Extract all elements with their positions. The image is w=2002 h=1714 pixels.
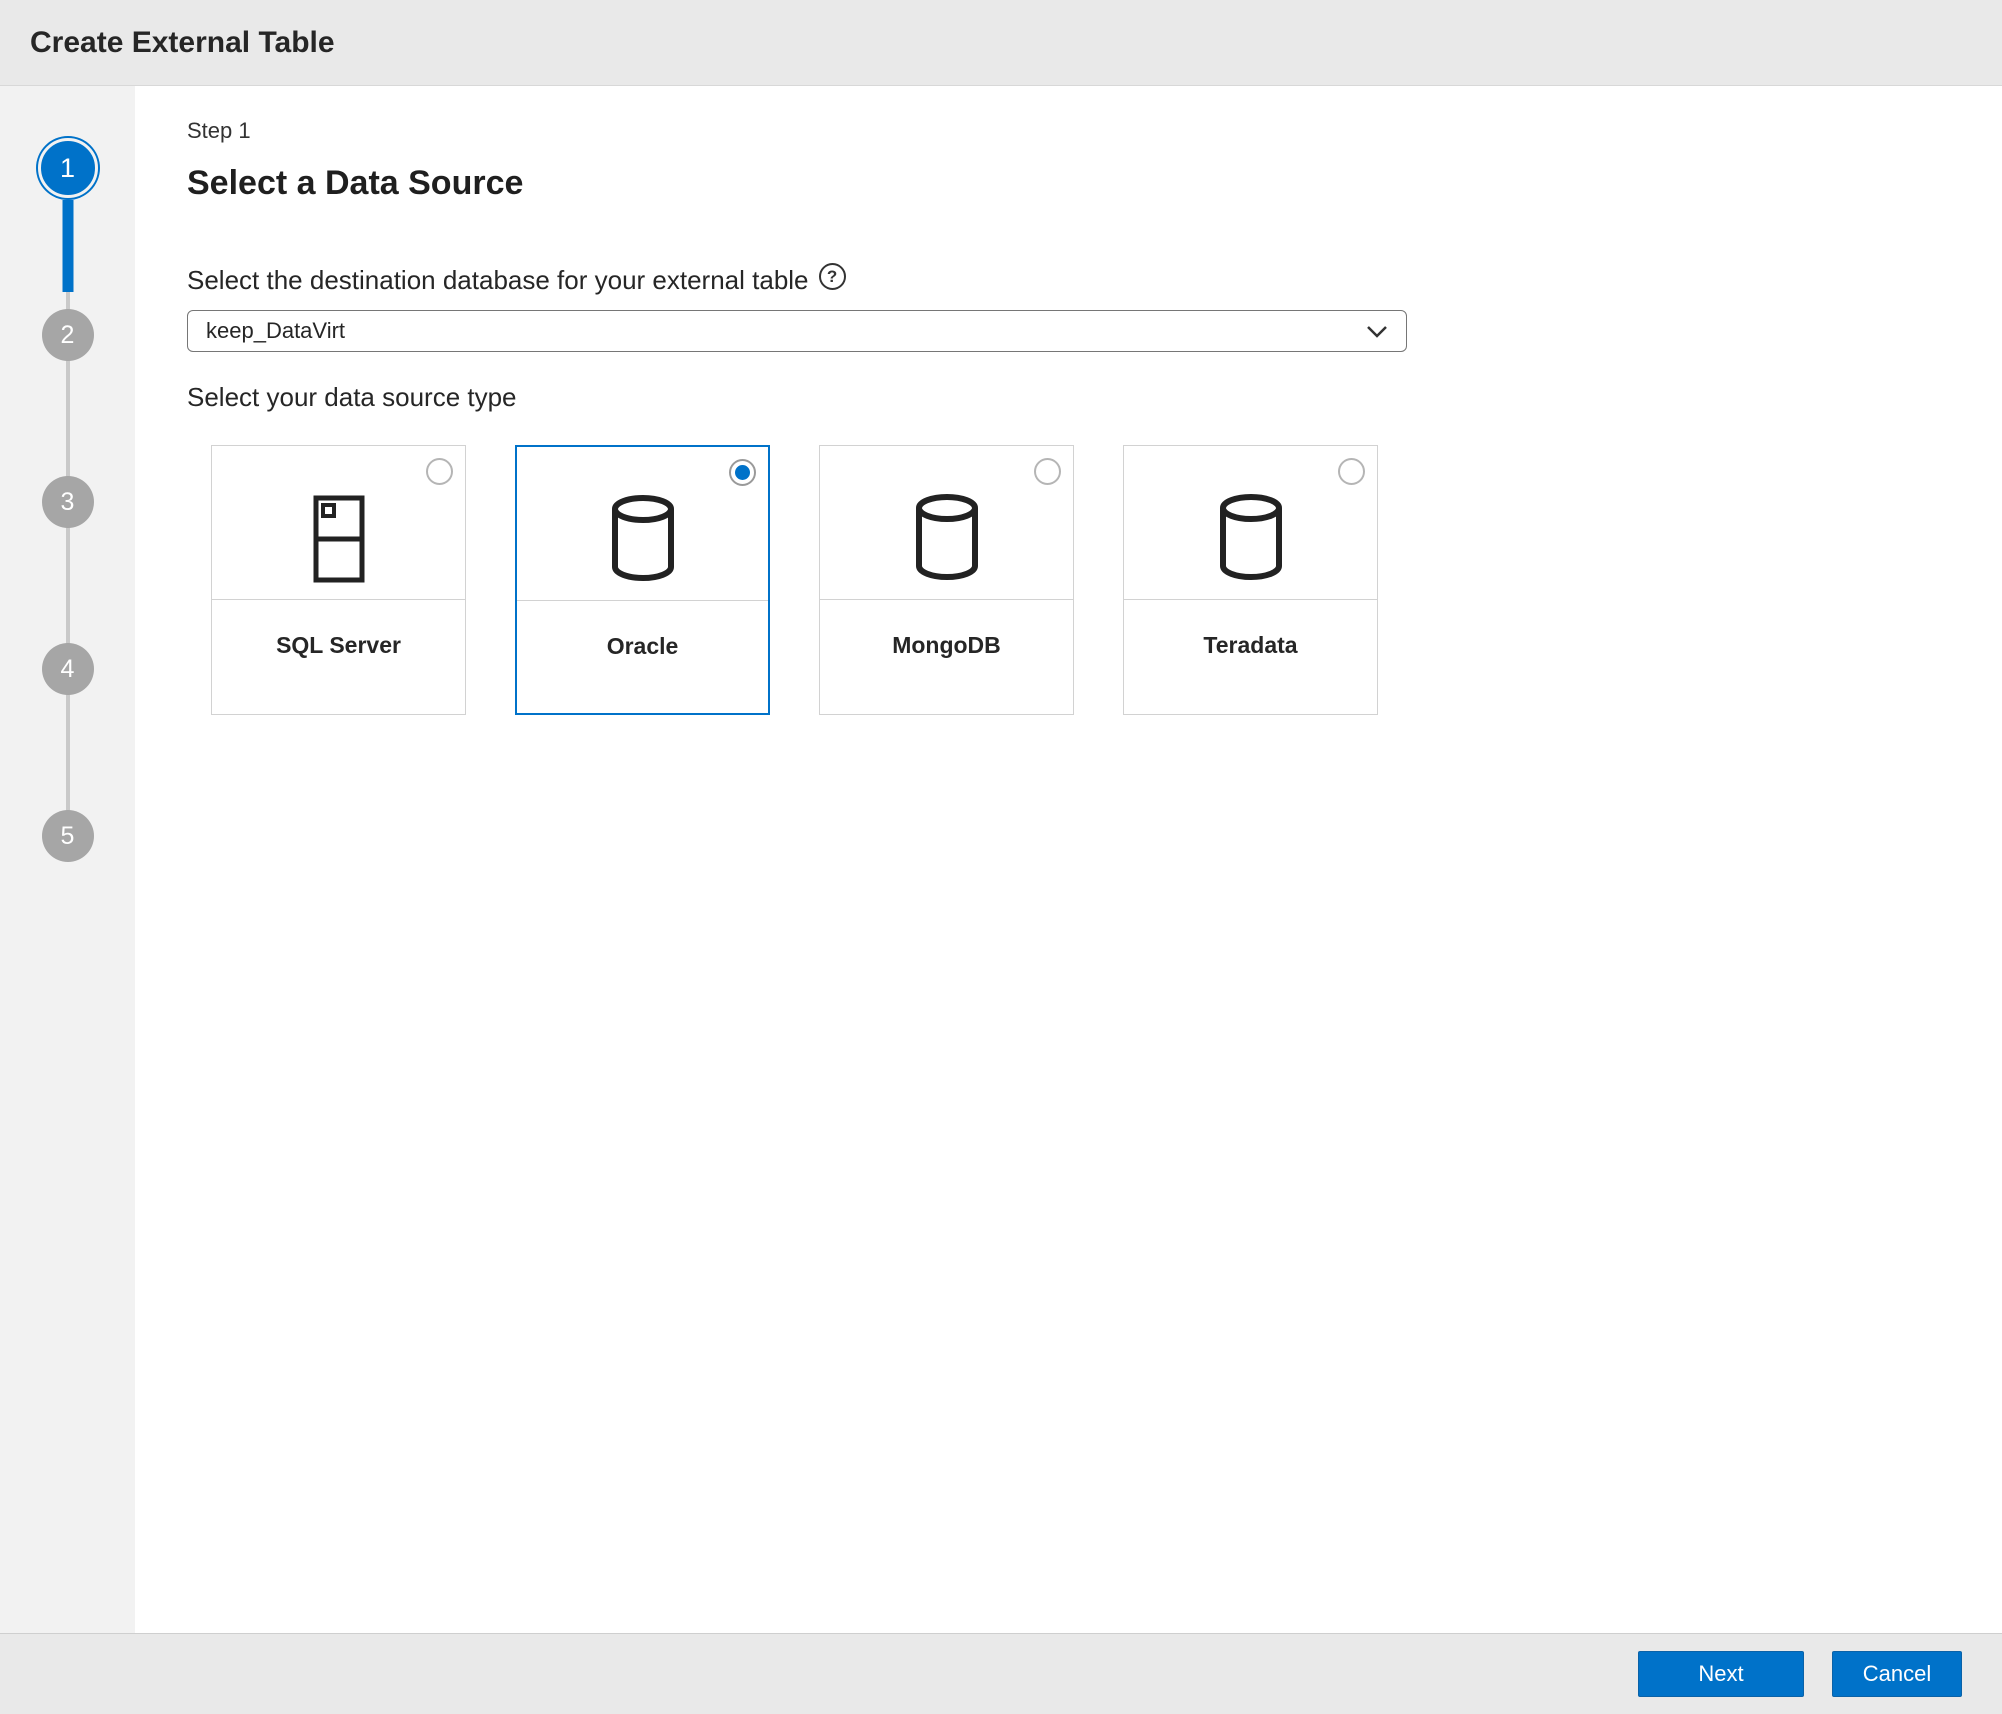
step-indicator-3[interactable]: 3: [42, 476, 94, 528]
radio-button[interactable]: [426, 458, 453, 485]
card-label: Teradata: [1124, 600, 1377, 659]
step-indicator-1[interactable]: 1: [38, 138, 98, 198]
source-type-label: Select your data source type: [187, 382, 2002, 413]
destination-database-select[interactable]: keep_DataVirt: [187, 310, 1407, 352]
dialog-footer: Next Cancel: [0, 1633, 2002, 1714]
dialog-header: Create External Table: [0, 0, 2002, 86]
step-indicator-4[interactable]: 4: [42, 643, 94, 695]
data-source-card-mongodb[interactable]: MongoDB: [819, 445, 1074, 715]
next-button[interactable]: Next: [1638, 1651, 1804, 1697]
help-icon[interactable]: ?: [819, 263, 846, 290]
data-source-card-teradata[interactable]: Teradata: [1123, 445, 1378, 715]
data-source-card-group: SQL Server Oracle: [211, 445, 2002, 715]
step-indicator-2[interactable]: 2: [42, 309, 94, 361]
data-source-card-sql-server[interactable]: SQL Server: [211, 445, 466, 715]
chevron-down-icon: [1366, 324, 1388, 338]
page-heading: Select a Data Source: [187, 164, 2002, 203]
wizard-page-content: Step 1 Select a Data Source Select the d…: [135, 86, 2002, 1633]
destination-database-label: Select the destination database for your…: [187, 265, 809, 296]
step-indicator-5[interactable]: 5: [42, 810, 94, 862]
step-progress-bar: [62, 200, 73, 292]
page-title: Create External Table: [30, 26, 335, 60]
cancel-button[interactable]: Cancel: [1832, 1651, 1962, 1697]
radio-button[interactable]: [1034, 458, 1061, 485]
wizard-step-sidebar: 1 2 3 4 5: [0, 86, 135, 1633]
destination-database-value: keep_DataVirt: [206, 318, 345, 344]
card-label: MongoDB: [820, 600, 1073, 659]
card-label: Oracle: [517, 601, 768, 660]
radio-button[interactable]: [1338, 458, 1365, 485]
data-source-card-oracle[interactable]: Oracle: [515, 445, 770, 715]
card-label: SQL Server: [212, 600, 465, 659]
radio-button[interactable]: [729, 459, 756, 486]
step-label: Step 1: [187, 118, 2002, 144]
